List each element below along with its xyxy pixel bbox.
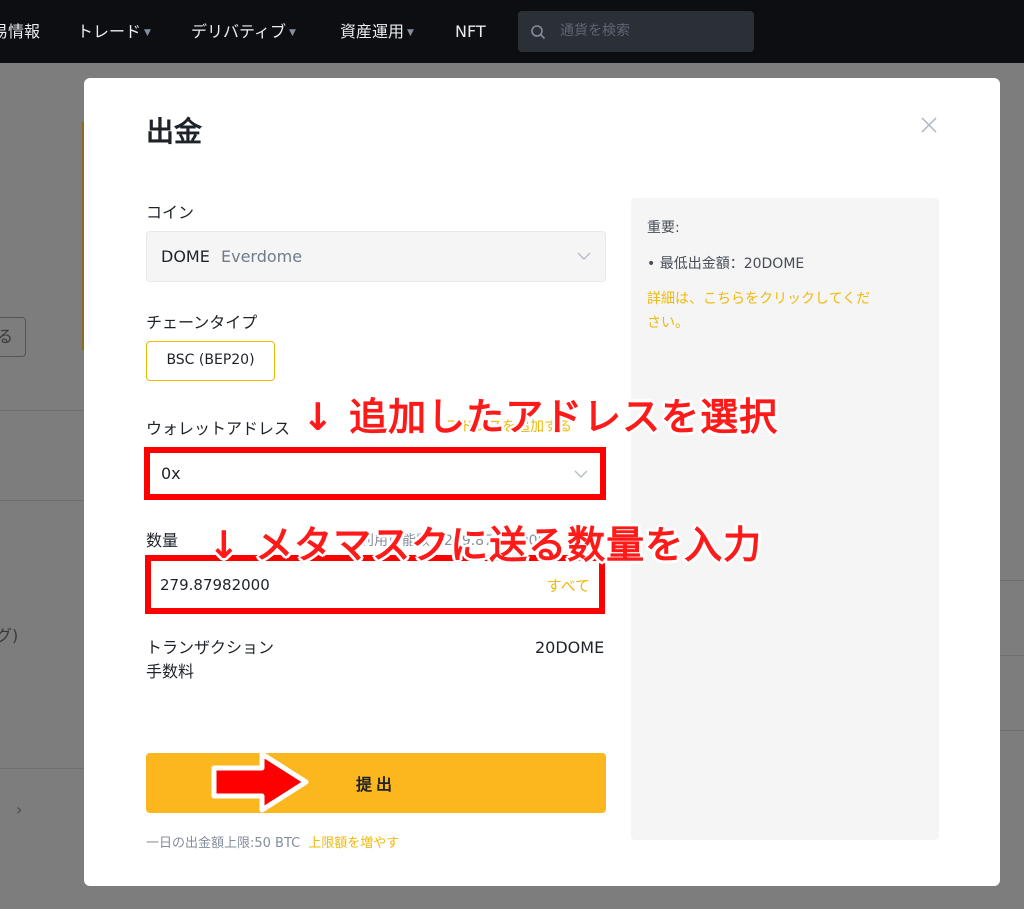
nav-item-trade[interactable]: トレード ▼ <box>77 0 151 63</box>
nav-item-market-info[interactable]: 易情報 <box>0 0 40 63</box>
close-icon <box>921 117 937 133</box>
chevron-right-icon: › <box>16 800 23 819</box>
nav-item-derivatives[interactable]: デリバティブ ▼ <box>191 0 296 63</box>
coin-symbol: DOME <box>161 247 210 266</box>
amount-annotation: ↓ メタマスクに送る数量を入力 <box>208 523 763 567</box>
chain-option-bsc[interactable]: BSC (BEP20) <box>146 341 275 381</box>
withdraw-limit-row: 一日の出金額上限:50 BTC 上限額を増やす <box>146 832 399 851</box>
search-input[interactable] <box>560 19 740 43</box>
background-button-fragment: る <box>0 317 26 357</box>
details-link[interactable]: 詳細は、こちらをクリックしてください。 <box>647 287 877 335</box>
address-annotation: ↓ 追加したアドレスを選択 <box>302 395 779 439</box>
chevron-down-icon <box>577 252 591 260</box>
modal-title: 出金 <box>146 115 203 148</box>
top-navigation: 易情報 トレード ▼ デリバティブ ▼ 資産運用 ▼ NFT <box>0 0 1024 63</box>
chain-type-label: チェーンタイプ <box>146 313 258 332</box>
caret-down-icon: ▼ <box>144 28 151 38</box>
background-divider <box>1000 655 1024 656</box>
coin-label: コイン <box>146 203 195 222</box>
background-divider <box>0 768 84 769</box>
caret-down-icon: ▼ <box>407 28 414 38</box>
amount-label: 数量 <box>146 531 179 550</box>
nav-search-box[interactable] <box>518 11 754 52</box>
info-heading: 重要: <box>647 220 680 236</box>
address-highlight-box <box>144 447 606 500</box>
background-divider <box>0 410 84 411</box>
transaction-fee-label: トランザクション 手数料 <box>146 638 275 681</box>
coin-select[interactable]: DOME Everdome <box>146 231 606 282</box>
nav-item-nft[interactable]: NFT <box>455 0 486 63</box>
daily-limit-text: 一日の出金額上限:50 BTC <box>146 836 301 851</box>
background-text-fragment: グ) <box>0 626 19 645</box>
close-button[interactable] <box>918 114 940 136</box>
background-divider <box>0 500 84 501</box>
background-divider <box>1000 580 1024 581</box>
nav-item-earn[interactable]: 資産運用 ▼ <box>340 0 414 63</box>
increase-limit-link[interactable]: 上限額を増やす <box>308 836 399 851</box>
min-withdraw-note: • 最低出金額：20DOME <box>647 256 805 272</box>
search-icon <box>531 25 546 40</box>
background-divider <box>1000 730 1024 731</box>
transaction-fee-value: 20DOME <box>535 638 605 657</box>
caret-down-icon: ▼ <box>289 28 296 38</box>
arrow-right-icon <box>211 751 309 813</box>
coin-name: Everdome <box>221 247 303 266</box>
wallet-address-label: ウォレットアドレス <box>146 419 291 438</box>
